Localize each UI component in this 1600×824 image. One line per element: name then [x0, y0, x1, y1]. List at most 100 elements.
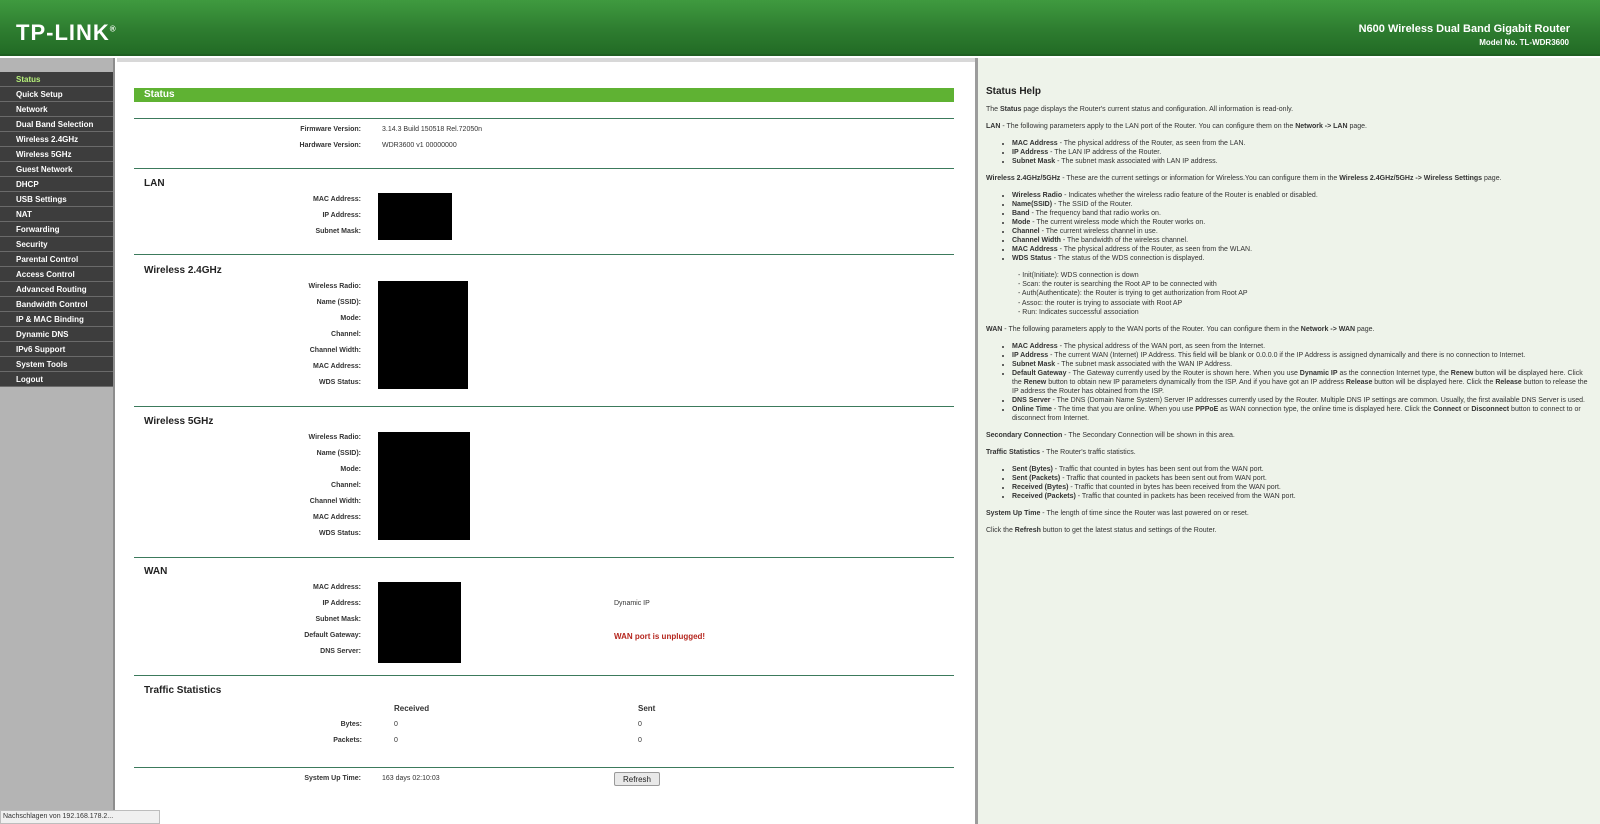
menu-item-system-tools[interactable]: System Tools: [0, 357, 113, 372]
divider: [134, 406, 954, 407]
packets-label: Packets:: [333, 737, 362, 744]
menu-item-quick-setup[interactable]: Quick Setup: [0, 87, 113, 102]
bytes-sent: 0: [638, 721, 642, 728]
divider: [134, 767, 954, 768]
help-traffic: Traffic Statistics - The Router's traffi…: [986, 449, 1136, 457]
wan-mac-label: MAC Address:: [313, 584, 361, 591]
w24-channel-label: Channel:: [331, 331, 361, 338]
menu-item-network[interactable]: Network: [0, 102, 113, 117]
menu-item-wireless-2-4ghz[interactable]: Wireless 2.4GHz: [0, 132, 113, 147]
product-name: N600 Wireless Dual Band Gigabit Router: [1358, 23, 1570, 35]
help-wireless-list: Wireless Radio - Indicates whether the w…: [1012, 191, 1592, 263]
wan-section-title: WAN: [144, 566, 168, 577]
menu-item-security[interactable]: Security: [0, 237, 113, 252]
model-number: Model No. TL-WDR3600: [1479, 38, 1569, 47]
wan-ip-type: Dynamic IP: [614, 600, 650, 607]
w24-radio-label: Wireless Radio:: [308, 283, 361, 290]
status-page: Status Firmware Version: 3.14.3 Build 15…: [117, 58, 975, 824]
divider: [134, 118, 954, 119]
wan-warning: WAN port is unplugged!: [614, 632, 706, 641]
w24-width-label: Channel Width:: [309, 347, 361, 354]
help-traffic-list: Sent (Bytes) - Traffic that counted in b…: [1012, 465, 1592, 501]
menu-item-ipv6-support[interactable]: IPv6 Support: [0, 342, 113, 357]
w5-ssid-label: Name (SSID):: [316, 450, 361, 457]
menu-item-forwarding[interactable]: Forwarding: [0, 222, 113, 237]
menu-item-wireless-5ghz[interactable]: Wireless 5GHz: [0, 147, 113, 162]
menu-item-logout[interactable]: Logout: [0, 372, 113, 387]
sent-column-header: Sent: [638, 704, 656, 713]
page-title: Status: [134, 88, 954, 102]
wan-dns-label: DNS Server:: [320, 648, 361, 655]
help-wds-states: - Init(Initiate): WDS connection is down…: [1018, 272, 1248, 316]
firmware-label: Firmware Version:: [300, 126, 361, 133]
left-sidebar: Status Quick Setup Network Dual Band Select…: [0, 58, 115, 824]
received-column-header: Received: [394, 704, 430, 713]
divider: [134, 675, 954, 676]
help-title: Status Help: [986, 86, 1042, 97]
menu-item-status[interactable]: Status: [0, 72, 113, 87]
traffic-section-title: Traffic Statistics: [144, 685, 222, 696]
tplink-logo: TP-LINK®: [16, 20, 117, 45]
help-panel: Status Help The Status page displays the…: [978, 58, 1600, 824]
menu-item-advanced-routing[interactable]: Advanced Routing: [0, 282, 113, 297]
refresh-button[interactable]: Refresh: [614, 772, 660, 786]
hardware-value: WDR3600 v1 00000000: [382, 142, 457, 149]
packets-sent: 0: [638, 737, 642, 744]
menu-item-nat[interactable]: NAT: [0, 207, 113, 222]
menu-item-access-control[interactable]: Access Control: [0, 267, 113, 282]
help-uptime: System Up Time - The length of time sinc…: [986, 510, 1249, 518]
w5-channel-label: Channel:: [331, 482, 361, 489]
help-wan: WAN - The following parameters apply to …: [986, 326, 1375, 334]
wireless5-section-title: Wireless 5GHz: [144, 416, 214, 427]
help-secondary: Secondary Connection - The Secondary Con…: [986, 432, 1235, 440]
w24-wds-label: WDS Status:: [319, 379, 361, 386]
help-refresh: Click the Refresh button to get the late…: [986, 527, 1217, 535]
help-wireless: Wireless 2.4GHz/5GHz - These are the cur…: [986, 175, 1502, 182]
w24-ssid-label: Name (SSID):: [316, 299, 361, 306]
redacted-block: [378, 432, 470, 540]
help-wan-list: MAC Address - The physical address of th…: [1012, 342, 1592, 423]
wireless24-section-title: Wireless 2.4GHz: [144, 265, 222, 276]
w24-mac-label: MAC Address:: [313, 363, 361, 370]
menu-item-bandwidth-control[interactable]: Bandwidth Control: [0, 297, 113, 312]
bytes-received: 0: [394, 721, 398, 728]
lan-ip-label: IP Address:: [322, 212, 361, 219]
menu-item-dhcp[interactable]: DHCP: [0, 177, 113, 192]
w5-mac-label: MAC Address:: [313, 514, 361, 521]
uptime-label: System Up Time:: [304, 775, 361, 782]
menu-item-ip-mac-binding[interactable]: IP & MAC Binding: [0, 312, 113, 327]
w5-width-label: Channel Width:: [309, 498, 361, 505]
firmware-value: 3.14.3 Build 150518 Rel.72050n: [382, 126, 483, 133]
help-lan-list: MAC Address - The physical address of th…: [1012, 139, 1592, 166]
help-intro: The Status page displays the Router's cu…: [986, 106, 1294, 113]
header-banner: TP-LINK® N600 Wireless Dual Band Gigabit…: [0, 0, 1600, 56]
lan-subnet-label: Subnet Mask:: [315, 228, 361, 235]
divider: [134, 254, 954, 255]
menu-item-guest-network[interactable]: Guest Network: [0, 162, 113, 177]
divider: [134, 168, 954, 169]
lan-mac-label: MAC Address:: [313, 196, 361, 203]
redacted-block: [378, 281, 468, 389]
menu-item-parental-control[interactable]: Parental Control: [0, 252, 113, 267]
w5-wds-label: WDS Status:: [319, 530, 361, 537]
help-lan: LAN - The following parameters apply to …: [986, 123, 1367, 130]
menu-item-dual-band-selection[interactable]: Dual Band Selection: [0, 117, 113, 132]
lan-section-title: LAN: [144, 178, 165, 189]
browser-status-bar: Nachschlagen von 192.168.178.2...: [0, 810, 160, 824]
packets-received: 0: [394, 737, 398, 744]
bytes-label: Bytes:: [340, 721, 362, 728]
divider: [134, 557, 954, 558]
uptime-value: 163 days 02:10:03: [382, 775, 440, 782]
menu-item-usb-settings[interactable]: USB Settings: [0, 192, 113, 207]
menu-item-dynamic-dns[interactable]: Dynamic DNS: [0, 327, 113, 342]
main-menu: Status Quick Setup Network Dual Band Select…: [0, 72, 113, 387]
wan-subnet-label: Subnet Mask:: [315, 616, 361, 623]
wan-gateway-label: Default Gateway:: [304, 632, 361, 639]
w5-mode-label: Mode:: [340, 466, 361, 473]
wan-ip-label: IP Address:: [322, 600, 361, 607]
hardware-label: Hardware Version:: [299, 142, 361, 149]
w5-radio-label: Wireless Radio:: [308, 434, 361, 441]
w24-mode-label: Mode:: [340, 315, 361, 322]
redacted-block: [378, 582, 461, 663]
top-border: [117, 58, 975, 62]
